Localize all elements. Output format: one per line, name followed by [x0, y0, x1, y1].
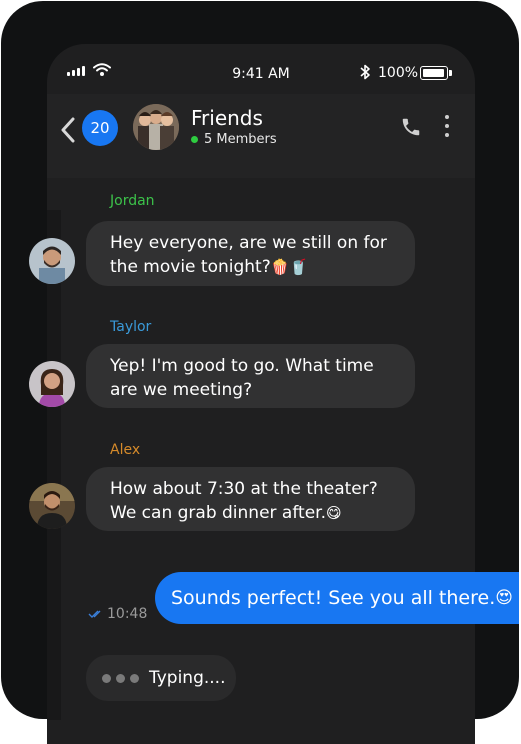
sender-name-taylor: Taylor — [110, 319, 152, 335]
avatar-alex[interactable] — [29, 483, 75, 529]
outgoing-timestamp: 10:48 — [88, 606, 147, 622]
member-count: 5 Members — [191, 132, 277, 147]
outgoing-message-emoji: 😍 — [495, 588, 513, 608]
avatar-taylor[interactable] — [29, 361, 75, 407]
screen-edge — [47, 210, 61, 720]
outgoing-message-text: Sounds perfect! See you all there. — [171, 587, 496, 609]
bluetooth-icon — [360, 64, 370, 80]
timestamp-label: 10:48 — [107, 606, 148, 622]
more-options-icon[interactable] — [445, 115, 449, 137]
typing-indicator: Typing.... — [86, 655, 236, 701]
status-bar: 9:41 AM 100% — [47, 60, 475, 88]
member-count-label: 5 Members — [204, 132, 277, 147]
battery-icon — [420, 66, 452, 80]
message-bubble-taylor: Yep! I'm good to go. What time are we me… — [86, 344, 415, 408]
avatar-jordan[interactable] — [29, 238, 75, 284]
message-text: Hey everyone, are we still on for the mo… — [110, 233, 387, 277]
outgoing-message-bubble: Sounds perfect! See you all there. 😍 — [155, 572, 519, 624]
battery-percent: 100% — [378, 65, 419, 81]
online-dot-icon — [191, 136, 198, 143]
sender-name-alex: Alex — [110, 442, 141, 458]
unread-count-badge[interactable]: 20 — [82, 110, 118, 146]
message-text: Yep! I'm good to go. What time are we me… — [110, 356, 374, 400]
message-bubble-jordan: Hey everyone, are we still on for the mo… — [86, 221, 415, 286]
sender-name-jordan: Jordan — [110, 193, 155, 209]
typing-dots-icon — [102, 673, 139, 683]
message-emoji: 😋 — [326, 504, 342, 522]
chat-header: 20 Friends 5 Members — [47, 94, 475, 178]
group-name: Friends — [191, 106, 263, 130]
message-bubble-alex: How about 7:30 at the theater? We can gr… — [86, 467, 415, 531]
back-icon[interactable] — [59, 116, 77, 144]
phone-call-icon[interactable] — [400, 116, 422, 138]
typing-label: Typing.... — [149, 668, 226, 688]
group-avatar[interactable] — [133, 104, 179, 150]
message-emoji: 🍿🥤 — [270, 258, 309, 276]
read-receipt-icon — [88, 610, 101, 618]
